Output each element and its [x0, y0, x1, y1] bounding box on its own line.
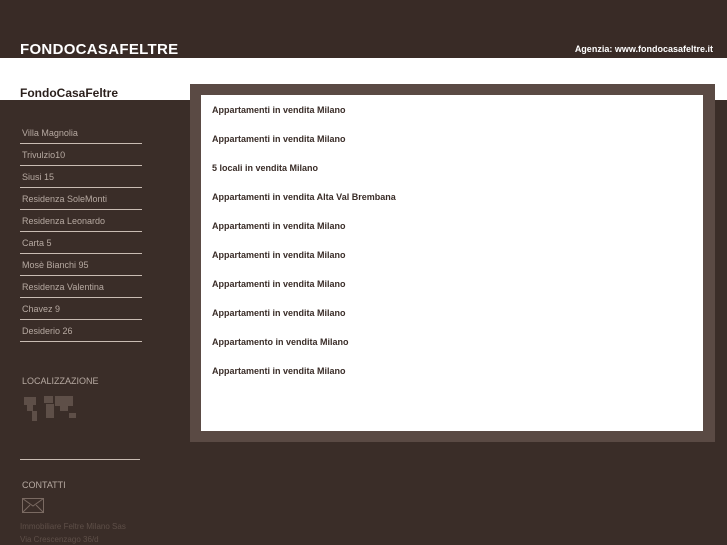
sidebar-item-trivulzio10[interactable]: Trivulzio10 — [20, 144, 142, 166]
listings-panel: Appartamenti in vendita Milano Appartame… — [190, 84, 715, 442]
listing-item[interactable]: Appartamenti in vendita Milano — [201, 95, 703, 124]
page-subtitle: FondoCasaFeltre — [20, 86, 119, 100]
sidebar-item-carta-5[interactable]: Carta 5 — [20, 232, 142, 254]
sidebar-item-residenza-valentina[interactable]: Residenza Valentina — [20, 276, 142, 298]
sidebar-divider — [20, 459, 140, 460]
envelope-icon[interactable] — [22, 498, 44, 518]
sidebar-item-siusi-15[interactable]: Siusi 15 — [20, 166, 142, 188]
listing-item[interactable]: Appartamenti in vendita Milano — [201, 299, 703, 328]
address-line-1: Immobiliare Feltre Milano Sas — [20, 522, 126, 531]
sidebar-item-residenza-solemonti[interactable]: Residenza SoleMonti — [20, 188, 142, 210]
listing-item[interactable]: Appartamento in vendita Milano — [201, 328, 703, 357]
listing-item[interactable]: Appartamenti in vendita Milano — [201, 124, 703, 153]
site-brand[interactable]: FONDOCASAFELTRE — [20, 41, 178, 58]
listing-item[interactable]: Appartamenti in vendita Milano — [201, 357, 703, 386]
sidebar-item-desiderio-26[interactable]: Desiderio 26 — [20, 320, 142, 342]
listing-item[interactable]: 5 locali in vendita Milano — [201, 153, 703, 182]
world-map-icon[interactable] — [22, 393, 80, 432]
sidebar-item-mose-bianchi-95[interactable]: Mosè Bianchi 95 — [20, 254, 142, 276]
localizzazione-heading: LOCALIZZAZIONE — [22, 376, 99, 386]
sidebar-item-villa-magnolia[interactable]: Villa Magnolia — [20, 122, 142, 144]
sidebar-menu: Villa Magnolia Trivulzio10 Siusi 15 Resi… — [20, 122, 142, 342]
listings-content: Appartamenti in vendita Milano Appartame… — [201, 95, 703, 431]
sidebar-item-residenza-leonardo[interactable]: Residenza Leonardo — [20, 210, 142, 232]
listing-item[interactable]: Appartamenti in vendita Milano — [201, 211, 703, 240]
sidebar-item-chavez-9[interactable]: Chavez 9 — [20, 298, 142, 320]
address-line-2: Via Crescenzago 36/d — [20, 535, 99, 544]
listings-list: Appartamenti in vendita Milano Appartame… — [201, 95, 703, 386]
top-header: FONDOCASAFELTRE Agenzia: www.fondocasafe… — [0, 0, 727, 58]
contatti-heading: CONTATTI — [22, 480, 66, 490]
listing-item[interactable]: Appartamenti in vendita Milano — [201, 240, 703, 269]
agency-link[interactable]: Agenzia: www.fondocasafeltre.it — [575, 44, 713, 54]
listing-item[interactable]: Appartamenti in vendita Milano — [201, 270, 703, 299]
listing-item[interactable]: Appartamenti in vendita Alta Val Bremban… — [201, 182, 703, 211]
